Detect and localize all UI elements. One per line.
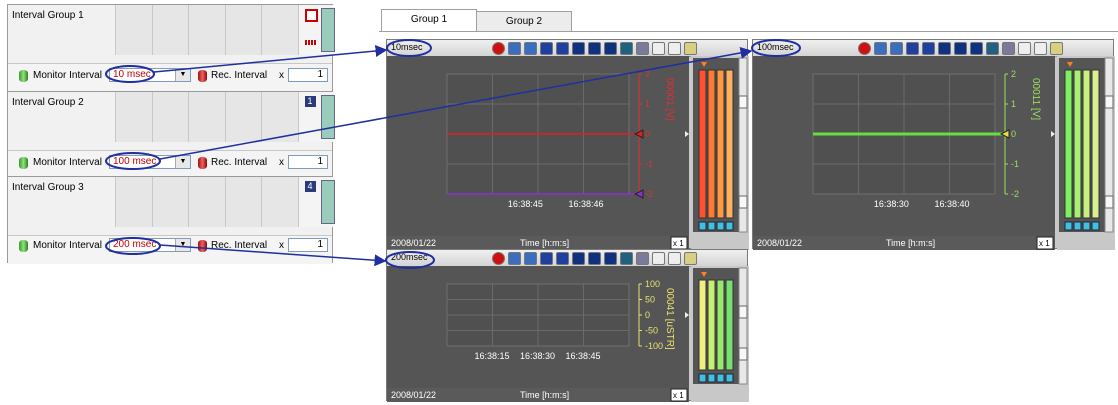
highlight-oval — [105, 65, 155, 83]
highlight-oval — [385, 251, 435, 269]
highlight-oval — [751, 39, 801, 57]
arrow-line — [153, 45, 388, 73]
highlight-oval — [105, 237, 161, 255]
highlight-oval — [386, 39, 432, 57]
highlight-oval — [105, 152, 161, 170]
annotation-overlay — [105, 39, 801, 269]
arrow-line — [159, 46, 753, 160]
arrow-line — [159, 244, 387, 267]
